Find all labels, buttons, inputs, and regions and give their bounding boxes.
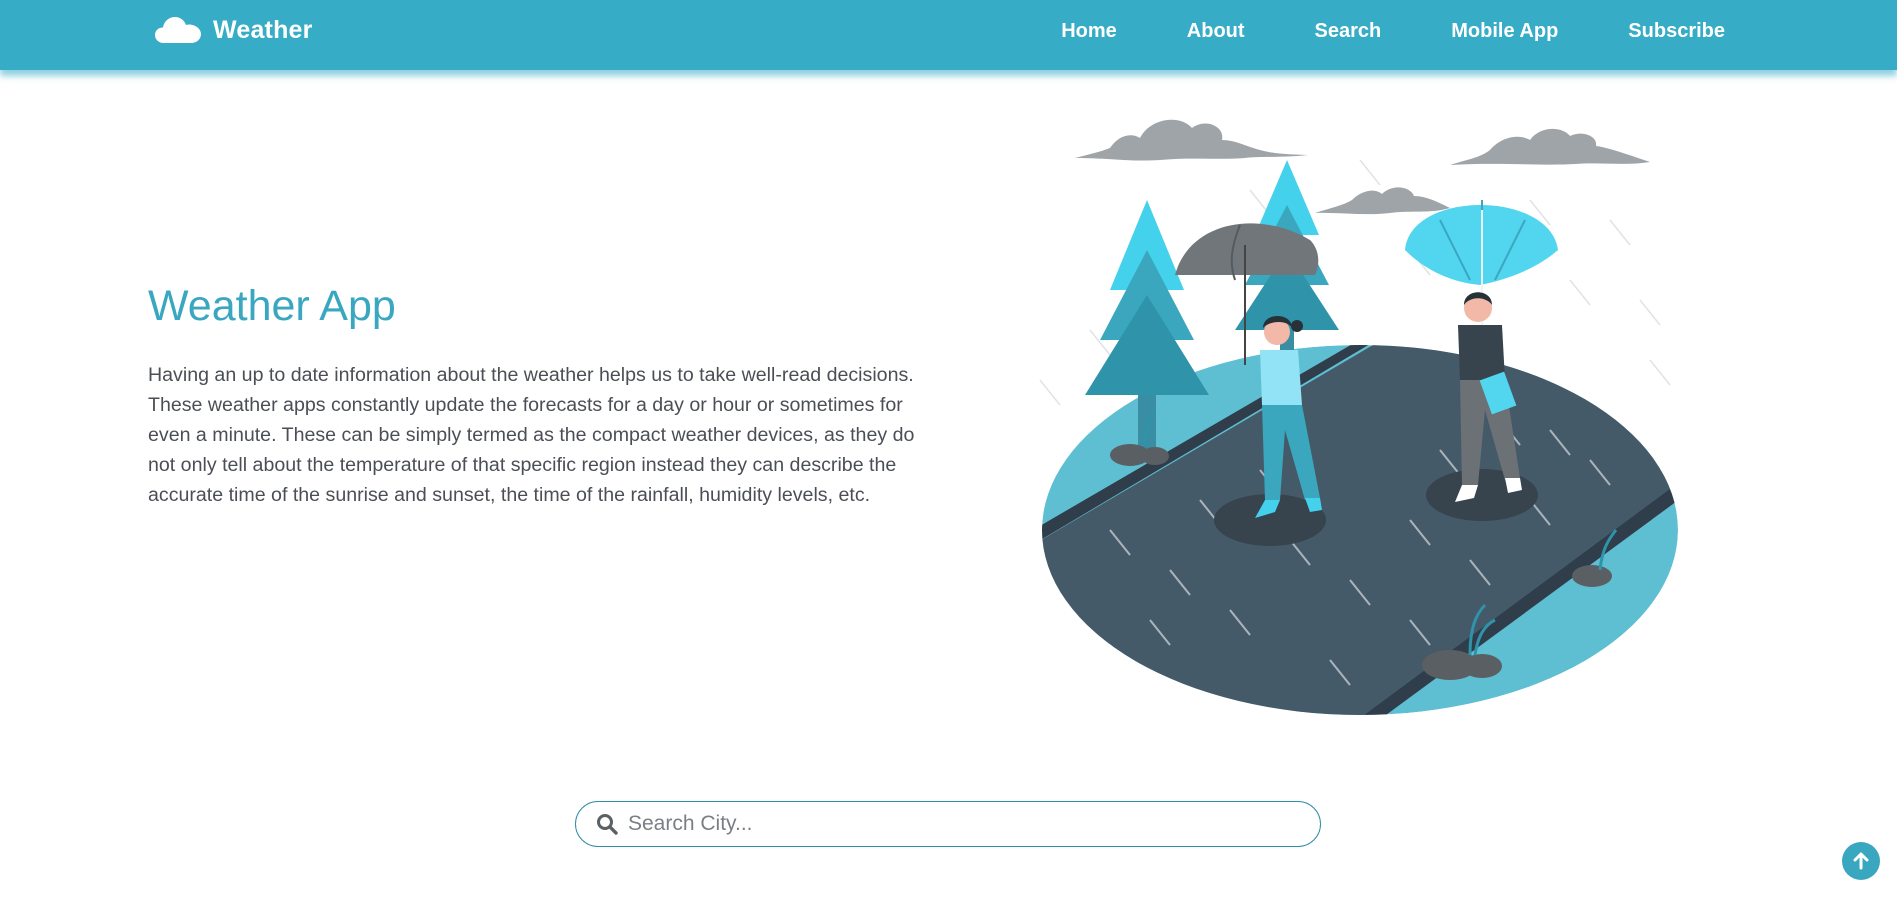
search-icon <box>597 814 618 835</box>
nav-link-about[interactable]: About <box>1187 20 1245 43</box>
hero-title: Weather App <box>148 282 396 330</box>
arrow-up-icon <box>1853 852 1869 870</box>
navbar: Weather Home About Search Mobile App Sub… <box>0 0 1897 70</box>
search-bar <box>575 801 1321 847</box>
nav-menu: Home About Search Mobile App Subscribe <box>1061 0 1725 62</box>
nav-link-mobile-app[interactable]: Mobile App <box>1451 20 1558 43</box>
nav-link-search[interactable]: Search <box>1315 20 1382 43</box>
nav-link-subscribe[interactable]: Subscribe <box>1628 20 1725 43</box>
nav-link-home[interactable]: Home <box>1061 20 1117 43</box>
cloud-shape <box>1075 119 1650 215</box>
hero-illustration <box>1039 119 1678 715</box>
hero-description: Having an up to date information about t… <box>148 364 915 506</box>
scroll-to-top-button[interactable] <box>1842 842 1880 880</box>
cloud-icon <box>155 17 201 43</box>
brand-logo[interactable]: Weather <box>155 10 313 50</box>
brand-name: Weather <box>213 15 313 44</box>
search-input[interactable] <box>628 812 1288 836</box>
